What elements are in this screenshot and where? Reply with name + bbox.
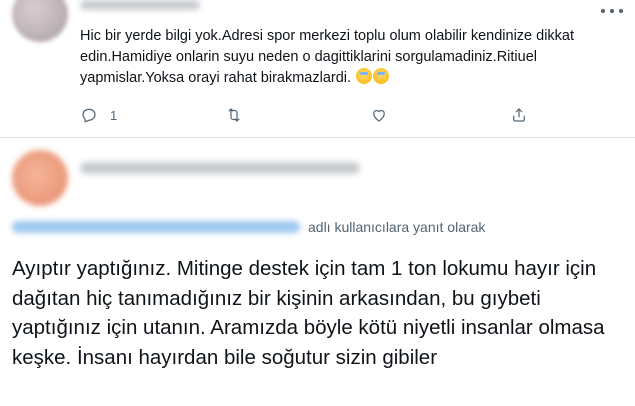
tweet-actions: 1 bbox=[80, 106, 540, 128]
retweet-button[interactable] bbox=[225, 106, 243, 124]
retweet-icon bbox=[228, 108, 240, 122]
reply-handles-redacted[interactable] bbox=[12, 221, 300, 233]
tweet-text: Ayıptır yaptığınız. Mitinge destek için … bbox=[12, 257, 605, 369]
more-icon[interactable] bbox=[601, 4, 623, 18]
like-icon bbox=[373, 109, 385, 122]
reply-button[interactable]: 1 bbox=[80, 106, 117, 124]
share-icon bbox=[513, 108, 525, 122]
reply-to-label: adlı kullanıcılara yanıt olarak bbox=[308, 219, 486, 235]
emoji-icon bbox=[356, 68, 373, 84]
emoji-icon bbox=[373, 68, 390, 84]
reply-count: 1 bbox=[110, 107, 118, 123]
tweet-text: Hic bir yerde bilgi yok.Adresi spor merk… bbox=[80, 26, 600, 89]
share-button[interactable] bbox=[510, 106, 528, 124]
avatar[interactable] bbox=[12, 0, 68, 42]
tweet-text-content: Hic bir yerde bilgi yok.Adresi spor merk… bbox=[80, 28, 575, 86]
reply-context: adlı kullanıcılara yanıt olarak bbox=[12, 216, 485, 238]
avatar[interactable] bbox=[12, 150, 68, 206]
like-button[interactable] bbox=[370, 106, 388, 124]
author-name-redacted bbox=[80, 162, 360, 174]
reply-icon bbox=[82, 108, 96, 123]
tweet-parent[interactable]: Hic bir yerde bilgi yok.Adresi spor merk… bbox=[0, 0, 635, 138]
author-name-redacted bbox=[80, 0, 200, 10]
